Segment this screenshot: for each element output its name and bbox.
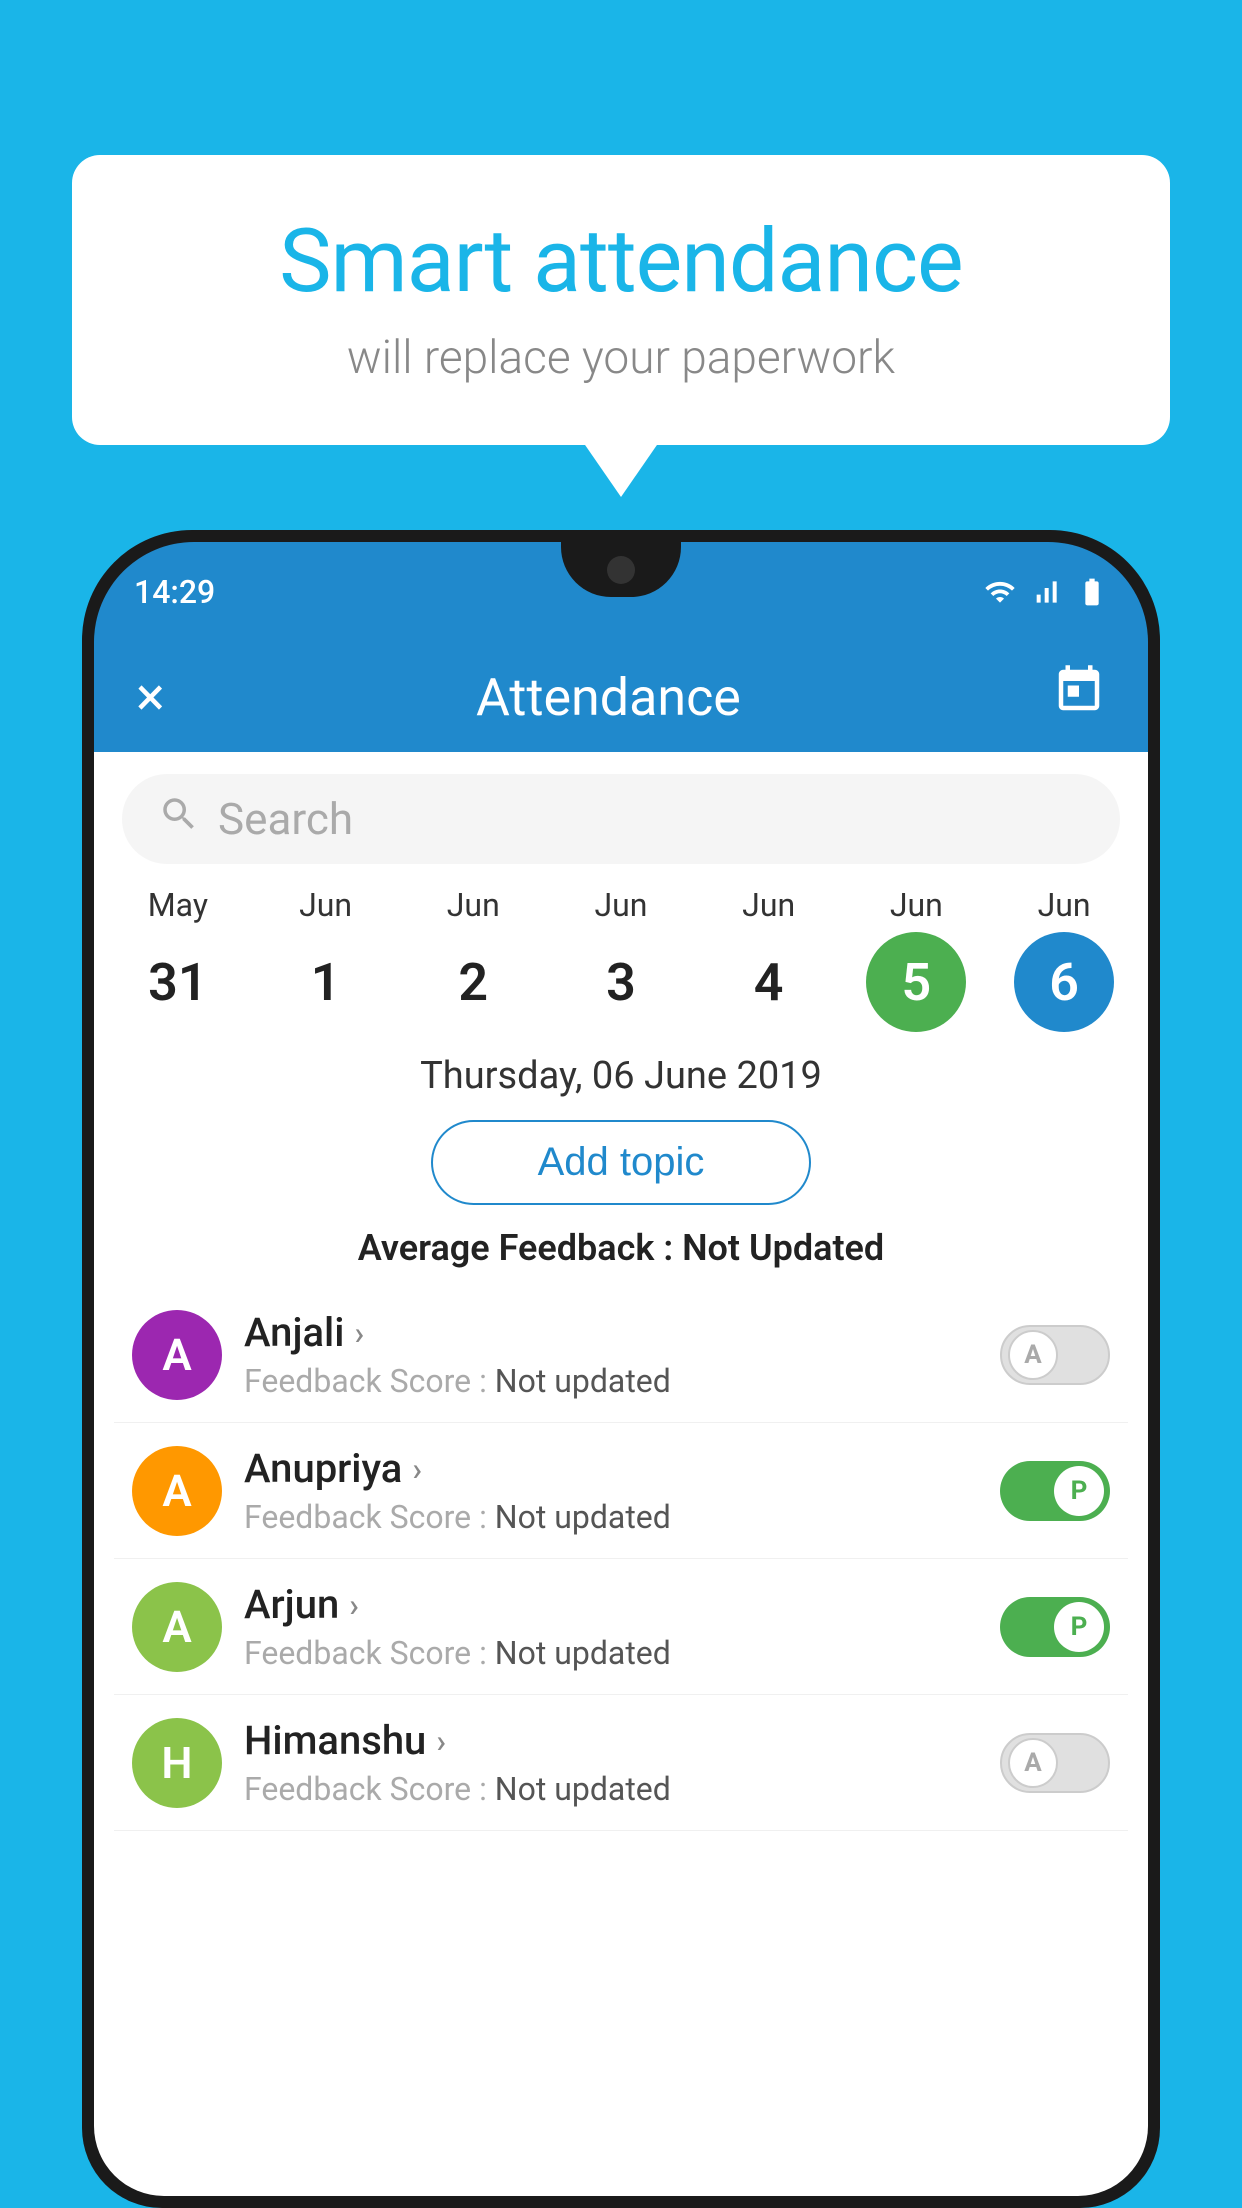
calendar-day-item[interactable]: Jun 5 <box>851 886 981 1032</box>
student-list: AAnjali ›Feedback Score : Not updatedAAA… <box>94 1287 1148 1831</box>
speech-bubble-subtitle: will replace your paperwork <box>132 331 1110 385</box>
calendar-day-number: 6 <box>1014 932 1114 1032</box>
status-time: 14:29 <box>134 573 215 611</box>
status-bar: 14:29 <box>94 542 1148 642</box>
calendar-day-item[interactable]: Jun 3 <box>556 886 686 1032</box>
student-info: Anjali › Feedback Score : Not updated <box>244 1309 978 1400</box>
speech-bubble-container: Smart attendance will replace your paper… <box>72 155 1170 445</box>
app-bar: × Attendance <box>94 642 1148 752</box>
avatar: A <box>132 1446 222 1536</box>
chevron-right-icon: › <box>436 1722 446 1760</box>
chevron-right-icon: › <box>412 1450 422 1488</box>
search-placeholder: Search <box>218 793 353 845</box>
screen-content: Search May 31 Jun 1 Jun 2 Jun 3 Jun 4 Jun 5 Jun 6 Thu… <box>94 752 1148 2196</box>
close-button[interactable]: × <box>136 666 165 729</box>
avg-feedback-label: Average Feedback : <box>358 1227 673 1269</box>
toggle-switch[interactable]: P <box>1000 1461 1110 1521</box>
selected-date-label: Thursday, 06 June 2019 <box>94 1054 1148 1098</box>
student-item[interactable]: A Anjali › Feedback Score : Not updated A <box>114 1287 1128 1423</box>
toggle-switch[interactable]: P <box>1000 1597 1110 1657</box>
student-feedback-score: Feedback Score : Not updated <box>244 1770 978 1808</box>
speech-bubble-title: Smart attendance <box>132 210 1110 313</box>
phone-inner: 14:29 <box>94 542 1148 2196</box>
calendar-day-number: 4 <box>719 932 819 1032</box>
calendar-day-number: 31 <box>128 932 228 1032</box>
student-feedback-score: Feedback Score : Not updated <box>244 1498 978 1536</box>
avg-feedback: Average Feedback : Not Updated <box>94 1227 1148 1269</box>
student-name: Anupriya › <box>244 1445 978 1492</box>
add-topic-button[interactable]: Add topic <box>431 1120 811 1205</box>
status-icons <box>984 576 1108 608</box>
search-icon <box>158 793 200 846</box>
calendar-month-label: Jun <box>1038 886 1091 924</box>
student-info: Himanshu › Feedback Score : Not updated <box>244 1717 978 1808</box>
calendar-day-item[interactable]: Jun 1 <box>261 886 391 1032</box>
attendance-toggle[interactable]: A <box>1000 1733 1110 1793</box>
battery-icon <box>1076 576 1108 608</box>
calendar-month-label: Jun <box>447 886 500 924</box>
attendance-toggle[interactable]: P <box>1000 1461 1110 1521</box>
avg-feedback-value: Not Updated <box>682 1227 884 1269</box>
phone-outer: 14:29 <box>82 530 1160 2208</box>
student-info: Arjun › Feedback Score : Not updated <box>244 1581 978 1672</box>
toggle-switch[interactable]: A <box>1000 1325 1110 1385</box>
student-feedback-score: Feedback Score : Not updated <box>244 1634 978 1672</box>
toggle-knob: P <box>1054 1602 1104 1652</box>
calendar-day-item[interactable]: May 31 <box>113 886 243 1032</box>
wifi-icon <box>984 576 1016 608</box>
toggle-knob: A <box>1008 1738 1058 1788</box>
calendar-month-label: May <box>148 886 208 924</box>
chevron-right-icon: › <box>349 1586 359 1624</box>
phone-screen: × Attendance <box>94 642 1148 2196</box>
student-item[interactable]: H Himanshu › Feedback Score : Not updated A <box>114 1695 1128 1831</box>
calendar-day-item[interactable]: Jun 4 <box>704 886 834 1032</box>
calendar-month-label: Jun <box>890 886 943 924</box>
calendar-month-label: Jun <box>299 886 352 924</box>
calendar-month-label: Jun <box>594 886 647 924</box>
camera-dot <box>607 556 635 584</box>
student-name: Arjun › <box>244 1581 978 1628</box>
speech-bubble: Smart attendance will replace your paper… <box>72 155 1170 445</box>
signal-icon <box>1030 576 1062 608</box>
attendance-toggle[interactable]: A <box>1000 1325 1110 1385</box>
calendar-button[interactable] <box>1052 663 1106 731</box>
calendar-day-number: 5 <box>866 932 966 1032</box>
search-bar[interactable]: Search <box>122 774 1120 864</box>
toggle-knob: A <box>1008 1330 1058 1380</box>
toggle-knob: P <box>1054 1466 1104 1516</box>
student-feedback-score: Feedback Score : Not updated <box>244 1362 978 1400</box>
avatar: H <box>132 1718 222 1808</box>
student-info: Anupriya › Feedback Score : Not updated <box>244 1445 978 1536</box>
app-bar-title: Attendance <box>476 667 741 728</box>
chevron-right-icon: › <box>354 1314 364 1352</box>
student-item[interactable]: A Arjun › Feedback Score : Not updated P <box>114 1559 1128 1695</box>
calendar-month-label: Jun <box>742 886 795 924</box>
calendar-day-item[interactable]: Jun 6 <box>999 886 1129 1032</box>
calendar-day-number: 3 <box>571 932 671 1032</box>
toggle-switch[interactable]: A <box>1000 1733 1110 1793</box>
attendance-toggle[interactable]: P <box>1000 1597 1110 1657</box>
student-name: Himanshu › <box>244 1717 978 1764</box>
notch-cutout <box>561 542 681 597</box>
avatar: A <box>132 1310 222 1400</box>
calendar-day-number: 1 <box>276 932 376 1032</box>
phone-frame: 14:29 <box>82 530 1160 2208</box>
student-name: Anjali › <box>244 1309 978 1356</box>
calendar-day-item[interactable]: Jun 2 <box>408 886 538 1032</box>
calendar-row: May 31 Jun 1 Jun 2 Jun 3 Jun 4 Jun 5 Jun 6 <box>94 886 1148 1032</box>
calendar-day-number: 2 <box>423 932 523 1032</box>
avatar: A <box>132 1582 222 1672</box>
student-item[interactable]: A Anupriya › Feedback Score : Not updated P <box>114 1423 1128 1559</box>
